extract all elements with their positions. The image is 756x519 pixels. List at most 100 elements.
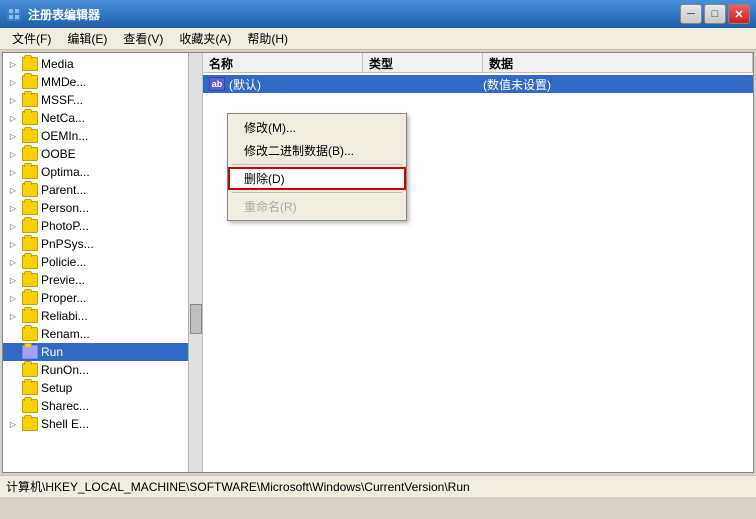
- folder-icon-setup: [22, 381, 38, 395]
- folder-icon-run: [22, 345, 38, 359]
- tree-item-setup[interactable]: ▷ Setup: [3, 379, 202, 397]
- tree-arrow-person: ▷: [7, 202, 19, 214]
- folder-icon-shell: [22, 417, 38, 431]
- column-headers: 名称 类型 数据: [203, 53, 753, 73]
- minimize-button[interactable]: ─: [680, 4, 702, 24]
- tree-arrow-pnpsys: ▷: [7, 238, 19, 250]
- close-button[interactable]: ✕: [728, 4, 750, 24]
- tree-arrow-proper: ▷: [7, 292, 19, 304]
- tree-label-oobe: OOBE: [41, 147, 76, 161]
- folder-icon-netca: [22, 111, 38, 125]
- tree-label-runon: RunOn...: [41, 363, 89, 377]
- folder-icon-sharec: [22, 399, 38, 413]
- tree-label-media: Media: [41, 57, 74, 71]
- ab-icon: ab: [209, 77, 225, 91]
- tree-arrow-mmde: ▷: [7, 76, 19, 88]
- menu-favorites[interactable]: 收藏夹(A): [171, 28, 239, 49]
- tree-item-pnpsys[interactable]: ▷ PnPSys...: [3, 235, 202, 253]
- tree-label-run: Run: [41, 345, 63, 359]
- menu-file[interactable]: 文件(F): [4, 28, 59, 49]
- tree-item-mssf[interactable]: ▷ MSSF...: [3, 91, 202, 109]
- folder-icon-oemin: [22, 129, 38, 143]
- col-header-name: 名称: [203, 53, 363, 72]
- folder-icon-photop: [22, 219, 38, 233]
- title-bar: 注册表编辑器 ─ □ ✕: [0, 0, 756, 28]
- tree-label-setup: Setup: [41, 381, 72, 395]
- tree-item-photop[interactable]: ▷ PhotoP...: [3, 217, 202, 235]
- ctx-item-modify-binary[interactable]: 修改二进制数据(B)...: [228, 139, 406, 162]
- content-area: ▷ Media ▷ MMDe... ▷ MSSF... ▷ NetCa... ▷: [2, 52, 754, 473]
- tree-item-run[interactable]: ▷ Run: [3, 343, 202, 361]
- tree-label-mmde: MMDe...: [41, 75, 86, 89]
- tree-arrow-previe: ▷: [7, 274, 19, 286]
- tree-scrollbar[interactable]: [188, 53, 202, 472]
- folder-icon-runon: [22, 363, 38, 377]
- window-controls: ─ □ ✕: [680, 4, 750, 24]
- ctx-item-rename: 重命名(R): [228, 195, 406, 218]
- menu-help[interactable]: 帮助(H): [239, 28, 296, 49]
- tree-arrow-netca: ▷: [7, 112, 19, 124]
- tree-label-oemin: OEMIn...: [41, 129, 88, 143]
- data-row-default[interactable]: ab (默认) (数值未设置): [203, 75, 753, 93]
- tree-arrow-photop: ▷: [7, 220, 19, 232]
- tree-item-mmde[interactable]: ▷ MMDe...: [3, 73, 202, 91]
- folder-icon-mmde: [22, 75, 38, 89]
- tree-arrow-optima: ▷: [7, 166, 19, 178]
- col-header-data: 数据: [483, 53, 753, 72]
- folder-icon-renam: [22, 327, 38, 341]
- tree-item-optima[interactable]: ▷ Optima...: [3, 163, 202, 181]
- tree-item-parent[interactable]: ▷ Parent...: [3, 181, 202, 199]
- tree-item-media[interactable]: ▷ Media: [3, 55, 202, 73]
- ctx-item-modify[interactable]: 修改(M)...: [228, 116, 406, 139]
- tree-label-photop: PhotoP...: [41, 219, 89, 233]
- ctx-separator-2: [232, 192, 402, 193]
- tree-item-shell[interactable]: ▷ Shell E...: [3, 415, 202, 433]
- tree-item-sharec[interactable]: ▷ Sharec...: [3, 397, 202, 415]
- menu-view[interactable]: 查看(V): [115, 28, 171, 49]
- tree-item-person[interactable]: ▷ Person...: [3, 199, 202, 217]
- tree-arrow-oobe: ▷: [7, 148, 19, 160]
- tree-item-renam[interactable]: ▷ Renam...: [3, 325, 202, 343]
- folder-icon-pnpsys: [22, 237, 38, 251]
- tree-arrow-shell: ▷: [7, 418, 19, 430]
- tree-item-previe[interactable]: ▷ Previe...: [3, 271, 202, 289]
- scrollbar-thumb[interactable]: [190, 304, 202, 334]
- tree-item-oobe[interactable]: ▷ OOBE: [3, 145, 202, 163]
- tree-arrow-media: ▷: [7, 58, 19, 70]
- tree-label-mssf: MSSF...: [41, 93, 83, 107]
- tree-item-runon[interactable]: ▷ RunOn...: [3, 361, 202, 379]
- ctx-item-delete[interactable]: 删除(D): [228, 167, 406, 190]
- tree-item-reliabi[interactable]: ▷ Reliabi...: [3, 307, 202, 325]
- status-bar: 计算机\HKEY_LOCAL_MACHINE\SOFTWARE\Microsof…: [0, 475, 756, 497]
- tree-arrow-oemin: ▷: [7, 130, 19, 142]
- folder-icon-mssf: [22, 93, 38, 107]
- tree-item-proper[interactable]: ▷ Proper...: [3, 289, 202, 307]
- tree-arrow-reliabi: ▷: [7, 310, 19, 322]
- tree-label-proper: Proper...: [41, 291, 86, 305]
- window-title: 注册表编辑器: [28, 6, 680, 23]
- folder-icon-optima: [22, 165, 38, 179]
- tree-label-reliabi: Reliabi...: [41, 309, 88, 323]
- folder-icon-media: [22, 57, 38, 71]
- tree-label-renam: Renam...: [41, 327, 90, 341]
- tree-label-optima: Optima...: [41, 165, 90, 179]
- folder-icon-person: [22, 201, 38, 215]
- menu-edit[interactable]: 编辑(E): [59, 28, 115, 49]
- folder-icon-policie: [22, 255, 38, 269]
- tree-item-netca[interactable]: ▷ NetCa...: [3, 109, 202, 127]
- tree-item-oemin[interactable]: ▷ OEMIn...: [3, 127, 202, 145]
- tree-arrow-mssf: ▷: [7, 94, 19, 106]
- tree-arrow-parent: ▷: [7, 184, 19, 196]
- tree-label-shell: Shell E...: [41, 417, 89, 431]
- ctx-separator: [232, 164, 402, 165]
- tree-label-parent: Parent...: [41, 183, 86, 197]
- main-area: ▷ Media ▷ MMDe... ▷ MSSF... ▷ NetCa... ▷: [0, 50, 756, 497]
- tree-label-sharec: Sharec...: [41, 399, 89, 413]
- folder-icon-proper: [22, 291, 38, 305]
- folder-icon-previe: [22, 273, 38, 287]
- tree-label-previe: Previe...: [41, 273, 85, 287]
- tree-item-policie[interactable]: ▷ Policie...: [3, 253, 202, 271]
- maximize-button[interactable]: □: [704, 4, 726, 24]
- status-text: 计算机\HKEY_LOCAL_MACHINE\SOFTWARE\Microsof…: [6, 478, 470, 495]
- menu-bar: 文件(F) 编辑(E) 查看(V) 收藏夹(A) 帮助(H): [0, 28, 756, 50]
